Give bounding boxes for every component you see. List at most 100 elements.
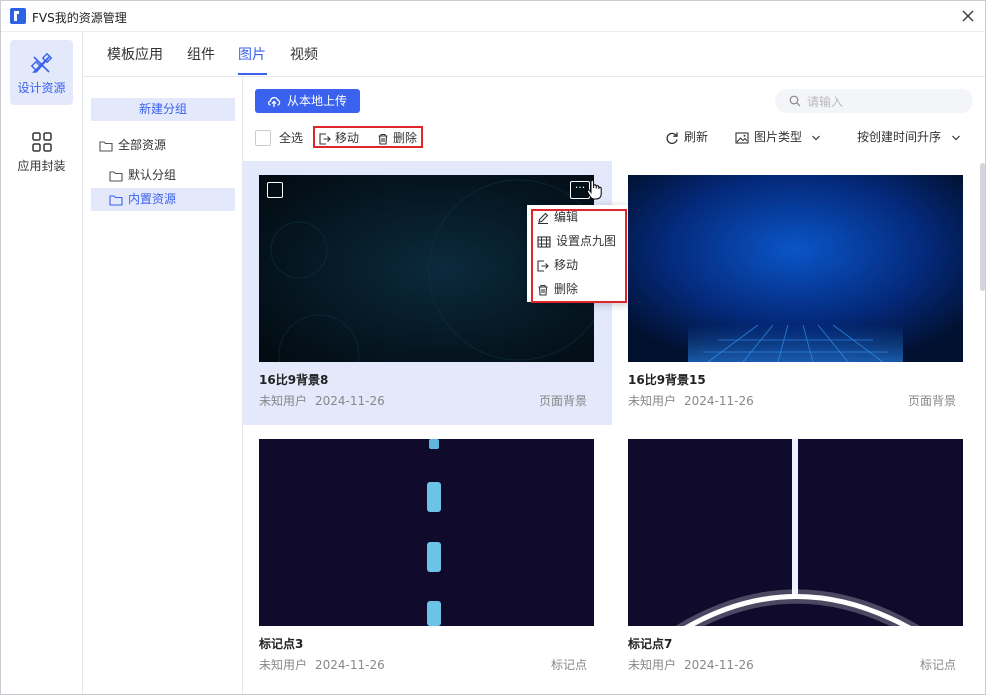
card-type: 标记点 xyxy=(919,658,956,672)
tab-templates[interactable]: 模板应用 xyxy=(107,44,163,64)
active-tab-indicator xyxy=(238,73,267,75)
title-bar: FVS我的资源管理 xyxy=(1,1,985,32)
grid-scrollbar[interactable] xyxy=(980,161,985,694)
folder-icon xyxy=(99,140,113,152)
image-card[interactable]: ··· 16比9背景8 未知用户 2024-11-26 页面背景 编辑 设置点九图… xyxy=(243,161,630,425)
batch-move-button[interactable]: 移动 xyxy=(319,130,359,146)
move-icon xyxy=(537,259,549,272)
close-button[interactable] xyxy=(959,7,977,25)
tree-item-label: 默认分组 xyxy=(128,168,177,182)
card-user: 未知用户 xyxy=(259,394,308,408)
tree-item-label: 全部资源 xyxy=(118,138,167,152)
new-group-button[interactable]: 新建分组 xyxy=(91,98,235,121)
tree-item-builtin-resources[interactable]: 内置资源 xyxy=(91,188,235,211)
nav-app-package[interactable]: 应用封装 xyxy=(10,118,73,183)
cloud-upload-icon xyxy=(267,97,281,107)
search-input[interactable] xyxy=(805,92,959,112)
design-resources-icon xyxy=(30,53,52,73)
nav-design-resources[interactable]: 设计资源 xyxy=(10,40,73,105)
refresh-button[interactable]: 刷新 xyxy=(665,129,708,145)
tree-item-default-group[interactable]: 默认分组 xyxy=(109,164,235,187)
scrollbar-thumb[interactable] xyxy=(980,163,985,291)
chevron-down-icon xyxy=(951,135,960,140)
sort-dropdown[interactable]: 按创建时间升序 xyxy=(857,129,961,145)
image-type-dropdown[interactable]: 图片类型 xyxy=(735,129,821,145)
card-type: 页面背景 xyxy=(538,394,587,408)
select-all-label: 全选 xyxy=(279,131,304,145)
image-type-label: 图片类型 xyxy=(754,130,803,144)
card-meta: 未知用户 2024-11-26 xyxy=(259,656,385,673)
menu-item-label: 编辑 xyxy=(554,210,579,224)
image-icon xyxy=(735,131,749,144)
image-thumbnail xyxy=(628,439,963,626)
window-title: FVS我的资源管理 xyxy=(32,11,127,25)
select-all[interactable]: 全选 xyxy=(255,129,303,147)
move-icon xyxy=(319,132,331,145)
card-checkbox[interactable] xyxy=(267,182,283,198)
upload-label: 从本地上传 xyxy=(287,94,348,108)
menu-item-label: 移动 xyxy=(554,258,579,272)
search-box xyxy=(775,89,973,113)
batch-move-label: 移动 xyxy=(335,131,360,145)
image-grid: ··· 16比9背景8 未知用户 2024-11-26 页面背景 编辑 设置点九图… xyxy=(243,161,980,694)
image-thumbnail xyxy=(628,175,963,362)
category-tabs: 模板应用 组件 图片 视频 xyxy=(83,32,985,77)
card-type: 页面背景 xyxy=(907,394,956,408)
menu-item-edit[interactable]: 编辑 xyxy=(537,207,578,227)
menu-item-delete[interactable]: 删除 xyxy=(537,279,578,299)
nav-label: 应用封装 xyxy=(17,159,66,173)
batch-delete-label: 删除 xyxy=(393,131,418,145)
chevron-down-icon xyxy=(811,135,820,140)
folder-icon xyxy=(109,170,123,182)
card-user: 未知用户 xyxy=(259,658,308,672)
card-type: 标记点 xyxy=(550,658,587,672)
refresh-label: 刷新 xyxy=(684,130,709,144)
batch-delete-button[interactable]: 删除 xyxy=(377,130,417,146)
search-icon xyxy=(789,95,801,107)
group-panel: 新建分组 全部资源 默认分组 内置资源 xyxy=(83,77,243,694)
card-title: 16比9背景15 xyxy=(628,373,706,387)
card-date: 2024-11-26 xyxy=(684,394,754,408)
image-thumbnail xyxy=(259,439,594,626)
sort-label: 按创建时间升序 xyxy=(857,130,942,144)
card-title: 标记点3 xyxy=(259,637,304,651)
close-icon xyxy=(962,10,974,22)
resource-manager-window: FVS我的资源管理 设计资源 应用封装 模板应用 组件 图片 视频 新建分组 全… xyxy=(0,0,986,695)
hand-cursor-icon xyxy=(586,179,602,200)
menu-item-label: 删除 xyxy=(554,282,579,296)
app-package-icon xyxy=(31,132,52,152)
tree-item-all-resources[interactable]: 全部资源 xyxy=(99,134,235,157)
side-nav: 设计资源 应用封装 xyxy=(1,32,83,694)
card-meta: 未知用户 2024-11-26 xyxy=(628,392,754,409)
menu-item-label: 设置点九图 xyxy=(556,234,617,248)
tab-images[interactable]: 图片 xyxy=(238,44,266,64)
card-date: 2024-11-26 xyxy=(315,394,385,408)
nine-patch-icon xyxy=(537,235,551,248)
trash-icon xyxy=(378,133,388,145)
upload-local-button[interactable]: 从本地上传 xyxy=(255,89,360,113)
image-card[interactable]: 16比9背景15 未知用户 2024-11-26 页面背景 xyxy=(612,161,980,425)
edit-icon xyxy=(538,212,549,224)
glowing-line-marker-thumbnail xyxy=(628,439,963,626)
card-date: 2024-11-26 xyxy=(315,658,385,672)
card-user: 未知用户 xyxy=(628,394,677,408)
nav-label: 设计资源 xyxy=(17,81,66,95)
menu-item-move[interactable]: 移动 xyxy=(537,255,578,275)
toolbar: 从本地上传 全选 移动 删除 刷新 图片类型 按创建时间升序 xyxy=(243,77,985,161)
tree-item-label: 内置资源 xyxy=(128,192,177,206)
tab-videos[interactable]: 视频 xyxy=(290,44,318,64)
image-card[interactable]: 标记点3 未知用户 2024-11-26 标记点 xyxy=(243,425,612,689)
card-title: 16比9背景8 xyxy=(259,373,329,387)
tab-components[interactable]: 组件 xyxy=(187,44,215,64)
menu-item-nine-patch[interactable]: 设置点九图 xyxy=(537,231,616,251)
dashed-marker-thumbnail xyxy=(259,439,594,626)
refresh-icon xyxy=(666,132,678,144)
card-date: 2024-11-26 xyxy=(684,658,754,672)
folder-icon xyxy=(109,194,123,206)
blue-grid-background-thumbnail xyxy=(628,175,963,362)
select-all-checkbox[interactable] xyxy=(255,129,271,146)
card-title: 标记点7 xyxy=(628,637,673,651)
image-card[interactable]: 标记点7 未知用户 2024-11-26 标记点 xyxy=(612,425,980,689)
app-logo-icon xyxy=(10,8,26,24)
trash-icon xyxy=(538,284,548,296)
